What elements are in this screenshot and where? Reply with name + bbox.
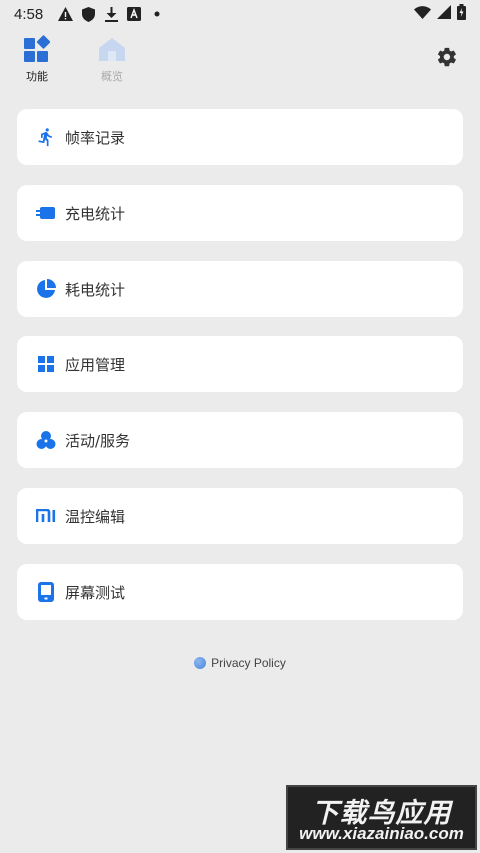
menu-item-thermal-edit[interactable]: 温控编辑	[17, 488, 463, 544]
watermark-url: www.xiazainiao.com	[299, 824, 464, 843]
menu-item-app-management[interactable]: 应用管理	[17, 336, 463, 392]
menu-item-label: 活动/服务	[65, 431, 131, 450]
download-icon	[103, 6, 119, 22]
phone-screen-icon	[36, 582, 56, 602]
circles-icon	[36, 430, 56, 450]
widgets-icon	[22, 34, 52, 64]
menu-item-frame-rate[interactable]: 帧率记录	[17, 109, 463, 165]
menu-item-charging-stats[interactable]: 充电统计	[17, 185, 463, 241]
menu-item-label: 耗电统计	[65, 280, 126, 299]
menu-item-activity-service[interactable]: 活动/服务	[17, 412, 463, 468]
privacy-policy-link[interactable]: Privacy Policy	[0, 656, 480, 670]
status-time: 4:58	[14, 5, 44, 23]
watermark-logo: 下载鸟应用 www.xiazainiao.com	[286, 785, 477, 850]
tab-functions[interactable]: 功能	[15, 34, 59, 84]
menu-item-label: 帧率记录	[65, 128, 126, 147]
home-icon	[97, 34, 127, 64]
shield-icon	[80, 6, 96, 22]
charging-icon	[36, 203, 56, 223]
gear-icon[interactable]	[436, 46, 458, 68]
menu-item-label: 温控编辑	[65, 507, 126, 526]
font-icon	[126, 6, 142, 22]
tab-overview-label: 概览	[101, 70, 123, 83]
battery-icon	[457, 4, 466, 24]
menu-item-screen-test[interactable]: 屏幕测试	[17, 564, 463, 620]
warning-icon	[57, 6, 73, 22]
menu-item-label: 充电统计	[65, 204, 126, 223]
top-nav: 功能 概览	[0, 34, 480, 84]
menu-item-label: 屏幕测试	[65, 583, 126, 602]
signal-icon	[437, 5, 451, 23]
privacy-policy-label: Privacy Policy	[211, 656, 286, 670]
globe-icon	[194, 657, 207, 669]
grid-icon	[36, 354, 56, 374]
tab-overview[interactable]: 概览	[90, 34, 134, 84]
dot-icon	[149, 6, 165, 22]
running-icon	[36, 127, 56, 147]
menu-item-label: 应用管理	[65, 355, 126, 374]
wifi-icon	[414, 5, 431, 23]
tab-functions-label: 功能	[26, 70, 48, 83]
pie-chart-icon	[36, 279, 56, 299]
status-bar: 4:58	[0, 0, 480, 28]
mi-icon	[36, 506, 56, 526]
menu-item-power-stats[interactable]: 耗电统计	[17, 261, 463, 317]
